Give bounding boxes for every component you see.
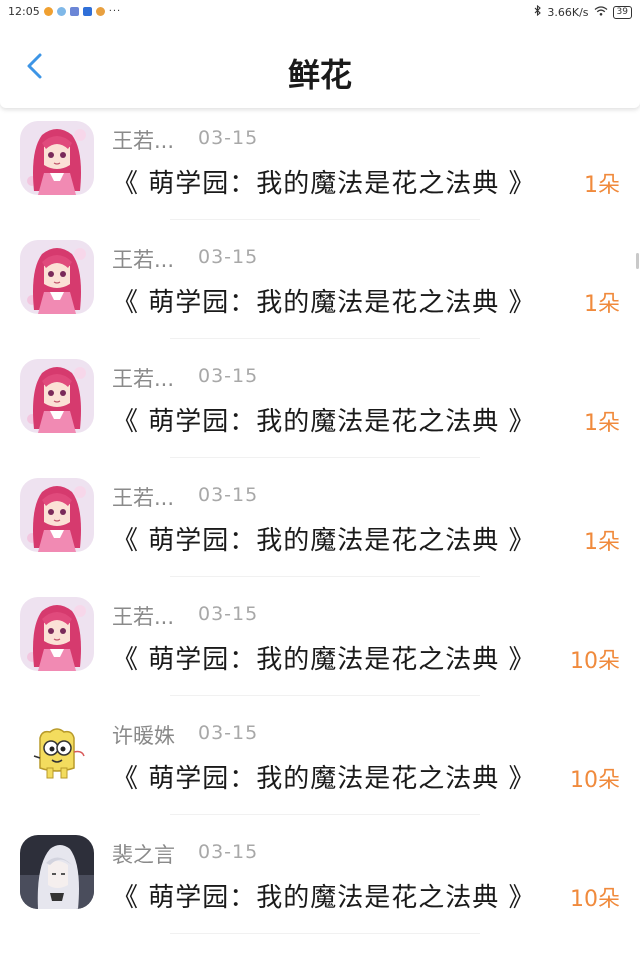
bluetooth-icon [534, 4, 542, 19]
avatar[interactable] [20, 478, 94, 552]
gift-date: 03-15 [198, 246, 259, 268]
flower-count: 1朵 [584, 411, 620, 436]
avatar[interactable] [20, 597, 94, 671]
status-time: 12:05 [8, 5, 40, 18]
avatar[interactable] [20, 359, 94, 433]
gift-date: 03-15 [198, 484, 259, 506]
flower-count: 1朵 [584, 530, 620, 555]
avatar[interactable] [20, 716, 94, 790]
more-notifications-icon: ··· [108, 6, 122, 17]
flower-count: 1朵 [584, 173, 620, 198]
cloud-notification-icon [56, 7, 66, 16]
book-title[interactable]: 《 萌学园：我的魔法是花之法典 》 [112, 639, 536, 676]
app-notification-icon [69, 7, 79, 16]
sender-name: 王若... [112, 486, 175, 510]
gift-date: 03-15 [198, 127, 259, 149]
gift-date: 03-15 [198, 365, 259, 387]
avatar[interactable] [20, 240, 94, 314]
avatar[interactable] [20, 835, 94, 909]
flower-count: 10朵 [570, 649, 620, 674]
weibo-notification-icon [95, 7, 105, 16]
gift-date: 03-15 [198, 722, 259, 744]
status-right: 3.66K/s 39 [534, 4, 632, 19]
sender-name: 裴之言 [112, 843, 175, 867]
divider [170, 933, 480, 934]
flower-count: 10朵 [570, 768, 620, 793]
battery-indicator: 39 [612, 5, 632, 19]
list-item[interactable]: 许暖姝 03-15 《 萌学园：我的魔法是花之法典 》 10朵 [0, 696, 640, 815]
book-title[interactable]: 《 萌学园：我的魔法是花之法典 》 [112, 758, 536, 795]
header-bar: 鲜花 [0, 24, 640, 108]
list-item[interactable]: 王若... 03-15 《 萌学园：我的魔法是花之法典 》 1朵 [0, 101, 640, 220]
list-item[interactable]: 裴之言 03-15 《 萌学园：我的魔法是花之法典 》 10朵 [0, 815, 640, 934]
book-title[interactable]: 《 萌学园：我的魔法是花之法典 》 [112, 163, 536, 200]
sender-name: 许暖姝 [112, 724, 175, 748]
sender-name: 王若... [112, 248, 175, 272]
scrollbar[interactable] [636, 253, 639, 269]
status-bar: 12:05 ··· 3.66K/s 39 [0, 0, 640, 26]
book-title[interactable]: 《 萌学园：我的魔法是花之法典 》 [112, 877, 536, 914]
book-title[interactable]: 《 萌学园：我的魔法是花之法典 》 [112, 282, 536, 319]
list-item[interactable]: 王若... 03-15 《 萌学园：我的魔法是花之法典 》 1朵 [0, 220, 640, 339]
avatar[interactable] [20, 121, 94, 195]
list-item[interactable]: 王若... 03-15 《 萌学园：我的魔法是花之法典 》 1朵 [0, 339, 640, 458]
network-speed: 3.66K/s [547, 5, 589, 19]
wifi-icon [594, 5, 608, 19]
flower-count: 10朵 [570, 887, 620, 912]
list-item[interactable]: 王若... 03-15 《 萌学园：我的魔法是花之法典 》 10朵 [0, 577, 640, 696]
sender-name: 王若... [112, 367, 175, 391]
sender-name: 王若... [112, 129, 175, 153]
flower-count: 1朵 [584, 292, 620, 317]
gift-date: 03-15 [198, 841, 259, 863]
shield-notification-icon [82, 7, 92, 16]
status-left: 12:05 ··· [8, 5, 121, 18]
book-title[interactable]: 《 萌学园：我的魔法是花之法典 》 [112, 520, 536, 557]
sender-name: 王若... [112, 605, 175, 629]
list-item[interactable]: 王若... 03-15 《 萌学园：我的魔法是花之法典 》 1朵 [0, 458, 640, 577]
book-title[interactable]: 《 萌学园：我的魔法是花之法典 》 [112, 401, 536, 438]
page-title: 鲜花 [287, 56, 352, 94]
weibo-notification-icon [43, 7, 53, 16]
gift-date: 03-15 [198, 603, 259, 625]
